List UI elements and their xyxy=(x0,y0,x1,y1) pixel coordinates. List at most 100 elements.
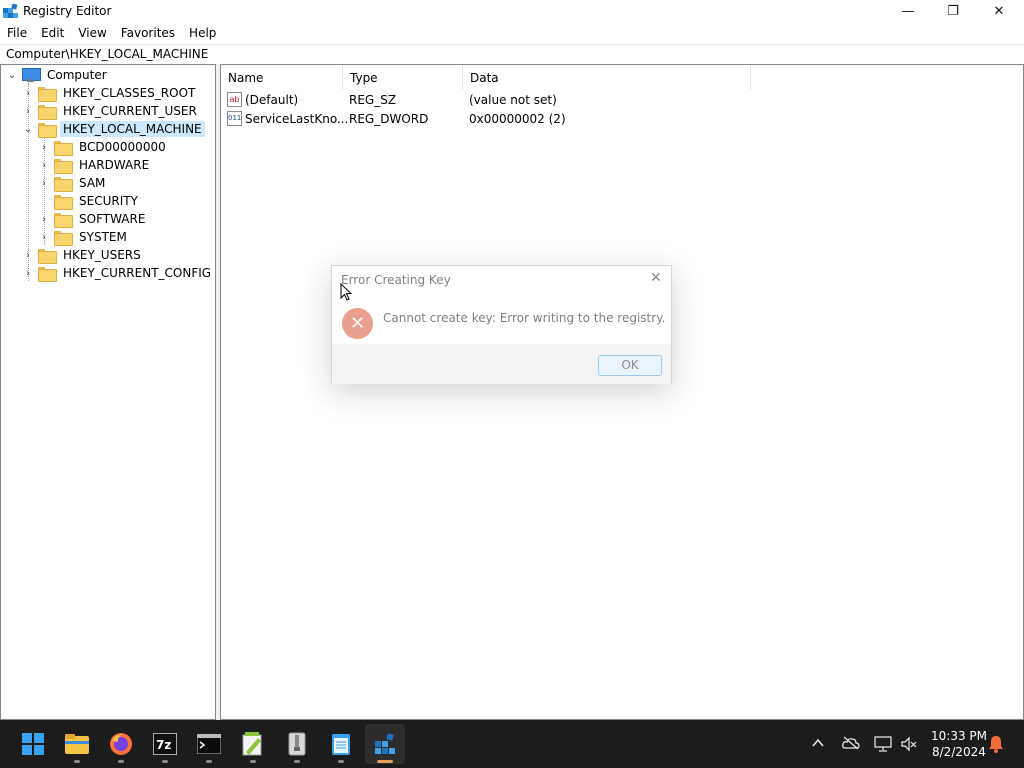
tree-item-label: HKEY_CURRENT_USER xyxy=(63,104,197,118)
dialog-close-icon[interactable]: ✕ xyxy=(650,270,662,286)
terminal-button[interactable] xyxy=(195,730,223,758)
value-data: (value not set) xyxy=(469,93,557,107)
chevron-right-icon[interactable]: › xyxy=(38,174,50,192)
chevron-right-icon[interactable]: › xyxy=(22,84,34,102)
chevron-right-icon[interactable]: › xyxy=(38,210,50,228)
address-bar[interactable]: Computer\HKEY_LOCAL_MACHINE xyxy=(0,44,1024,63)
folder-icon xyxy=(54,140,73,156)
values-list[interactable]: Name Type Data ab (Default) REG_SZ (valu… xyxy=(220,64,1024,720)
windows-logo-icon xyxy=(22,733,44,755)
tree-item-hkey-local-machine[interactable]: ⌄ HKEY_LOCAL_MACHINE xyxy=(22,120,205,138)
tree-item-hkey-users[interactable]: › HKEY_USERS xyxy=(22,246,144,264)
tree-item-label: BCD00000000 xyxy=(79,140,166,154)
folder-icon xyxy=(54,212,73,228)
table-row[interactable]: 011 ServiceLastKno... REG_DWORD 0x000000… xyxy=(225,110,745,128)
column-header-data[interactable]: Data xyxy=(463,65,751,90)
tree-item-security[interactable]: SECURITY xyxy=(38,192,141,210)
menu-file[interactable]: File xyxy=(0,23,34,43)
error-dialog: Error Creating Key ✕ ✕ Cannot create key… xyxy=(331,265,672,384)
file-explorer-button[interactable] xyxy=(63,730,91,758)
chevron-down-icon[interactable]: ⌄ xyxy=(6,66,18,84)
error-icon: ✕ xyxy=(342,308,373,339)
tree-item-computer[interactable]: ⌄ Computer xyxy=(6,66,110,84)
string-value-icon: ab xyxy=(227,92,242,107)
tree-item-label: SOFTWARE xyxy=(79,212,146,226)
chevron-right-icon[interactable]: › xyxy=(38,138,50,156)
chevron-right-icon[interactable]: › xyxy=(38,156,50,174)
tree-item-hkey-classes-root[interactable]: › HKEY_CLASSES_ROOT xyxy=(22,84,198,102)
folder-icon xyxy=(54,230,73,246)
dialog-title: Error Creating Key xyxy=(341,273,451,287)
dialog-message: Cannot create key: Error writing to the … xyxy=(383,311,666,325)
file-explorer-icon xyxy=(65,734,89,754)
active-indicator xyxy=(377,760,393,763)
tree-item-bcd[interactable]: › BCD00000000 xyxy=(38,138,169,156)
close-icon: ✕ xyxy=(993,3,1005,19)
folder-icon xyxy=(54,176,73,192)
column-header-label: Name xyxy=(228,71,264,85)
clock-date[interactable]: 8/2/2024 xyxy=(932,745,986,759)
running-indicator xyxy=(294,760,300,763)
notepad-icon xyxy=(332,734,350,755)
value-type: REG_SZ xyxy=(349,93,397,107)
archive-icon xyxy=(288,732,306,756)
key-tree[interactable]: ⌄ Computer › HKEY_CLASSES_ROOT › HKEY_CU… xyxy=(0,64,216,720)
maximize-button[interactable]: ❐ xyxy=(930,0,976,22)
firefox-button[interactable] xyxy=(107,730,135,758)
folder-icon xyxy=(38,86,57,102)
dialog-body: ✕ Cannot create key: Error writing to th… xyxy=(332,298,671,344)
folder-icon xyxy=(54,158,73,174)
running-indicator xyxy=(250,760,256,763)
table-row[interactable]: ab (Default) REG_SZ (value not set) xyxy=(225,91,745,109)
column-header-label: Data xyxy=(470,71,499,85)
tree-item-hkey-current-config[interactable]: › HKEY_CURRENT_CONFIG xyxy=(22,264,214,282)
binary-value-icon: 011 xyxy=(227,111,242,126)
ok-button[interactable]: OK xyxy=(598,355,662,376)
chevron-up-icon[interactable] xyxy=(812,738,824,748)
tree-item-sam[interactable]: › SAM xyxy=(38,174,108,192)
folder-icon xyxy=(38,122,57,138)
tree-item-label: HKEY_CURRENT_CONFIG xyxy=(63,266,212,280)
registry-editor-taskbar-button[interactable] xyxy=(371,730,399,758)
network-icon[interactable] xyxy=(874,736,892,752)
tree-item-hardware[interactable]: › HARDWARE xyxy=(38,156,152,174)
chevron-right-icon[interactable]: › xyxy=(22,102,34,120)
notepad-plus-plus-icon xyxy=(242,732,262,756)
column-header-type[interactable]: Type xyxy=(343,65,463,90)
volume-muted-icon[interactable] xyxy=(900,736,918,752)
menu-help[interactable]: Help xyxy=(182,23,223,43)
7zip-button[interactable]: 7z xyxy=(151,730,179,758)
svg-text:7z: 7z xyxy=(156,738,171,752)
minimize-button[interactable]: — xyxy=(885,0,931,22)
notepad-plus-plus-button[interactable] xyxy=(239,730,267,758)
terminal-icon xyxy=(197,734,221,754)
tree-item-hkey-current-user[interactable]: › HKEY_CURRENT_USER xyxy=(22,102,200,120)
notepad-button[interactable] xyxy=(327,730,355,758)
chevron-right-icon[interactable]: › xyxy=(38,228,50,246)
menu-edit[interactable]: Edit xyxy=(34,23,71,43)
menu-bar: File Edit View Favorites Help xyxy=(0,23,1024,43)
notification-bell-icon[interactable] xyxy=(988,735,1004,753)
value-name: (Default) xyxy=(245,93,299,107)
start-button[interactable] xyxy=(19,730,47,758)
address-path[interactable]: Computer\HKEY_LOCAL_MACHINE xyxy=(6,47,208,61)
onedrive-offline-icon[interactable] xyxy=(842,736,860,750)
chevron-down-icon[interactable]: ⌄ xyxy=(22,120,34,138)
column-header-name[interactable]: Name xyxy=(221,65,343,90)
folder-icon xyxy=(38,266,57,282)
tree-item-system[interactable]: › SYSTEM xyxy=(38,228,130,246)
value-type: REG_DWORD xyxy=(349,112,429,126)
firefox-icon xyxy=(110,733,132,755)
folder-icon xyxy=(54,194,73,210)
running-indicator xyxy=(118,760,124,763)
clock-time[interactable]: 10:33 PM xyxy=(931,729,987,743)
archive-button[interactable] xyxy=(283,730,311,758)
taskbar: 7z xyxy=(0,720,1024,768)
menu-favorites[interactable]: Favorites xyxy=(114,23,182,43)
chevron-right-icon[interactable]: › xyxy=(22,246,34,264)
tree-item-software[interactable]: › SOFTWARE xyxy=(38,210,148,228)
menu-view[interactable]: View xyxy=(71,23,113,43)
chevron-right-icon[interactable]: › xyxy=(22,264,34,282)
close-button[interactable]: ✕ xyxy=(976,0,1022,22)
